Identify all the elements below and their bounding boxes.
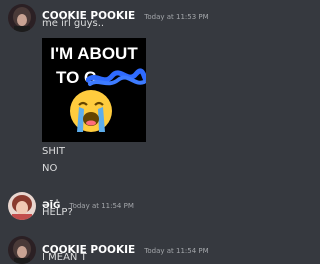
avatar[interactable] bbox=[8, 236, 36, 264]
meme-caption-line1: I'M ABOUT bbox=[50, 44, 138, 63]
avatar[interactable] bbox=[8, 192, 36, 220]
timestamp: Today at 11:53 PM bbox=[144, 13, 209, 21]
message-text: HELP? bbox=[42, 207, 73, 218]
loudly-crying-face-icon bbox=[70, 90, 112, 132]
meme-image[interactable]: I'M ABOUT TO C bbox=[42, 38, 146, 142]
user-avatar-icon bbox=[8, 4, 36, 32]
message-text: me irl guys.. bbox=[42, 18, 105, 29]
avatar[interactable] bbox=[8, 4, 36, 32]
timestamp: Today at 11:54 PM bbox=[144, 247, 209, 255]
message-text: I MEAN T bbox=[42, 252, 87, 263]
user-avatar-icon bbox=[8, 192, 36, 220]
message-text: SHIT bbox=[42, 146, 65, 157]
blue-scribble-icon bbox=[86, 68, 146, 86]
message-text: NO bbox=[42, 163, 58, 174]
user-avatar-icon bbox=[8, 236, 36, 264]
timestamp: Today at 11:54 PM bbox=[69, 202, 134, 210]
